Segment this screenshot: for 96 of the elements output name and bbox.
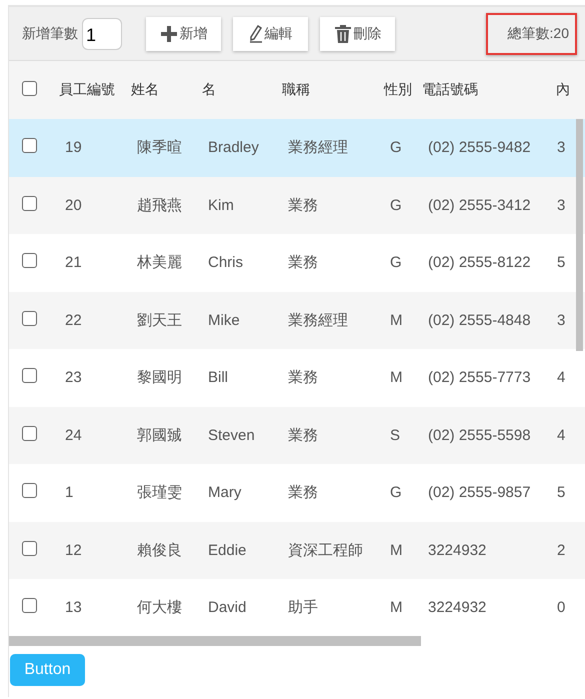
table-cell: 何大樓 bbox=[137, 599, 182, 616]
table-cell: (02) 2555-4848 bbox=[428, 312, 531, 329]
table-cell: G bbox=[390, 484, 402, 502]
table-cell: 業務 bbox=[288, 254, 318, 272]
table-cell: 業務經理 bbox=[288, 312, 348, 329]
table-cell: 黎國明 bbox=[137, 369, 182, 386]
count-label: 新增筆數 bbox=[22, 24, 78, 42]
table-cell: (02) 2555-8122 bbox=[428, 254, 531, 272]
table-cell: 4 bbox=[557, 369, 566, 386]
table-cell: 助手 bbox=[288, 599, 318, 616]
table-cell: (02) 2555-7773 bbox=[428, 369, 531, 386]
checkbox[interactable] bbox=[22, 196, 37, 211]
table-cell: 22 bbox=[65, 312, 82, 329]
table-cell: G bbox=[390, 139, 402, 156]
column-header[interactable]: 電話號碼 bbox=[422, 81, 478, 97]
checkbox[interactable] bbox=[22, 368, 37, 384]
column-header[interactable]: 性別 bbox=[384, 81, 412, 97]
table-cell: 3 bbox=[557, 196, 566, 214]
checkbox[interactable] bbox=[22, 540, 37, 556]
count-field[interactable]: 1 bbox=[82, 18, 122, 50]
table-cell: 19 bbox=[65, 139, 82, 156]
table-cell: 業務 bbox=[288, 369, 318, 386]
table-cell: 2 bbox=[557, 542, 566, 559]
checkbox[interactable] bbox=[22, 253, 37, 268]
checkbox[interactable] bbox=[22, 426, 37, 441]
table-cell: Kim bbox=[208, 196, 234, 214]
table-cell: Bill bbox=[208, 369, 228, 386]
table-cell: 業務 bbox=[288, 196, 318, 214]
table-row[interactable]: 24 郭國臹 Steven 業務 S (02) 2555-5598 4 bbox=[9, 406, 585, 464]
table-cell: 張瑾雯 bbox=[137, 484, 182, 502]
table-cell: 23 bbox=[65, 369, 82, 386]
table-cell: 3 bbox=[557, 312, 566, 329]
checkbox[interactable] bbox=[22, 483, 37, 498]
table-cell: 20 bbox=[65, 196, 82, 214]
table-cell: Bradley bbox=[208, 139, 259, 156]
table-row[interactable]: 20 趙飛燕 Kim 業務 G (02) 2555-3412 3 bbox=[9, 176, 585, 234]
column-header[interactable]: 職稱 bbox=[282, 81, 310, 97]
table-cell: Chris bbox=[208, 254, 244, 272]
table-cell: (02) 2555-5598 bbox=[428, 426, 531, 444]
table-cell: Steven bbox=[208, 426, 255, 444]
checkbox[interactable] bbox=[22, 310, 37, 326]
table-cell: M bbox=[390, 312, 402, 329]
table-row[interactable]: 22 劉天王 Mike 業務經理 M (02) 2555-4848 3 bbox=[9, 292, 585, 349]
column-header[interactable]: 姓名 bbox=[131, 81, 159, 97]
checkbox[interactable] bbox=[22, 598, 37, 614]
table-cell: M bbox=[390, 542, 402, 559]
table-cell: 劉天王 bbox=[137, 312, 182, 329]
table-cell: 賴俊良 bbox=[137, 542, 182, 559]
delete-button[interactable]: 刪除 bbox=[320, 16, 395, 50]
table-cell: 業務經理 bbox=[288, 139, 348, 156]
table-cell: 21 bbox=[65, 254, 82, 272]
table-cell: 陳季暄 bbox=[137, 139, 182, 156]
table-cell: M bbox=[390, 599, 402, 616]
table-cell: 業務 bbox=[288, 426, 318, 444]
scrollbar[interactable] bbox=[576, 119, 583, 351]
column-header[interactable]: 名 bbox=[202, 81, 216, 97]
trash-icon bbox=[334, 24, 352, 44]
column-header[interactable]: 內 bbox=[556, 81, 570, 97]
table-cell: 1 bbox=[65, 484, 74, 502]
table-cell: Mary bbox=[208, 484, 242, 502]
table-cell: 5 bbox=[557, 484, 566, 502]
column-header[interactable]: 員工編號 bbox=[59, 81, 115, 97]
table-cell: (02) 2555-9857 bbox=[428, 484, 531, 502]
add-button[interactable]: 新增 bbox=[146, 16, 221, 50]
table-cell: 4 bbox=[557, 426, 566, 444]
table-cell: Mike bbox=[208, 312, 240, 329]
scrollbar[interactable] bbox=[9, 636, 421, 646]
table-cell: M bbox=[390, 369, 402, 386]
table-cell: 業務 bbox=[288, 484, 318, 502]
table-cell: G bbox=[390, 196, 402, 214]
table-cell: (02) 2555-3412 bbox=[428, 196, 531, 214]
table-cell: David bbox=[208, 599, 246, 616]
table-cell: 3 bbox=[557, 139, 566, 156]
pencil-icon bbox=[248, 24, 262, 42]
edit-button[interactable]: 編輯 bbox=[233, 16, 308, 50]
table-row[interactable]: 12 賴俊良 Eddie 資深工程師 M 3224932 2 bbox=[9, 522, 585, 579]
table-cell: 趙飛燕 bbox=[137, 196, 182, 214]
table-cell: S bbox=[390, 426, 400, 444]
checkbox[interactable] bbox=[22, 138, 37, 154]
table-cell: 24 bbox=[65, 426, 82, 444]
checkbox[interactable] bbox=[22, 80, 37, 96]
table-cell: 資深工程師 bbox=[288, 542, 363, 559]
table-cell: G bbox=[390, 254, 402, 272]
table-cell: 5 bbox=[557, 254, 566, 272]
table-cell: 3224932 bbox=[428, 542, 486, 559]
table-cell: 郭國臹 bbox=[137, 426, 182, 444]
table-cell: 12 bbox=[65, 542, 82, 559]
total-count: 總筆數:20 bbox=[486, 12, 577, 54]
plus-icon bbox=[160, 24, 178, 42]
table-cell: 13 bbox=[65, 599, 82, 616]
table-row[interactable]: 19 陳季暄 Bradley 業務經理 G (02) 2555-9482 3 bbox=[9, 119, 585, 176]
table-cell: 3224932 bbox=[428, 599, 486, 616]
table-cell: 0 bbox=[557, 599, 566, 616]
table-cell: 林美麗 bbox=[137, 254, 182, 272]
table-cell: (02) 2555-9482 bbox=[428, 139, 531, 156]
table-cell: Eddie bbox=[208, 542, 246, 559]
